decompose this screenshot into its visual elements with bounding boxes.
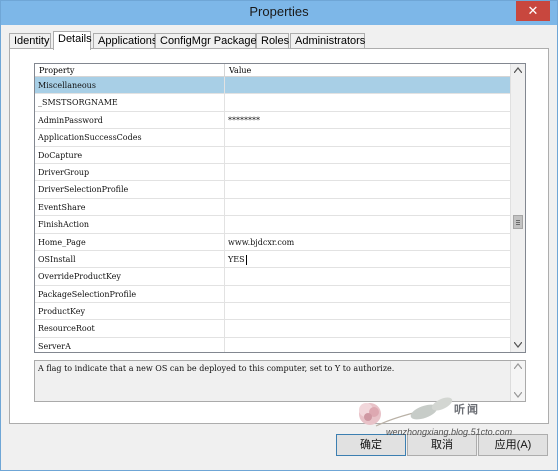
table-row[interactable]: _SMSTSORGNAME bbox=[35, 94, 511, 112]
chevron-up-icon[interactable] bbox=[511, 361, 525, 372]
table-row[interactable]: OverrideProductKey bbox=[35, 268, 511, 286]
property-name: ServerA bbox=[35, 337, 225, 352]
window-title: Properties bbox=[249, 4, 309, 19]
grid-rows: Miscellaneous _SMSTSORGNAME AdminPasswor… bbox=[35, 77, 511, 352]
tab-details[interactable]: Details bbox=[53, 31, 92, 50]
property-value[interactable] bbox=[225, 303, 511, 319]
table-row[interactable]: ServerA bbox=[35, 337, 511, 352]
property-name: DoCapture bbox=[35, 146, 225, 163]
property-value[interactable] bbox=[225, 164, 511, 180]
tab-strip: Identity Details Applications ConfigMgr … bbox=[9, 31, 549, 50]
property-name: ProductKey bbox=[35, 303, 225, 320]
chevron-up-icon[interactable] bbox=[511, 64, 525, 77]
property-value[interactable] bbox=[225, 338, 511, 352]
table-row[interactable]: ResourceRoot bbox=[35, 320, 511, 338]
close-icon: ✕ bbox=[527, 3, 539, 18]
property-value[interactable] bbox=[225, 77, 511, 93]
details-panel: Property Value Miscellaneous _SMSTSORGNA… bbox=[9, 48, 549, 424]
property-value[interactable]: www.bjdcxr.com bbox=[225, 234, 511, 250]
chevron-down-icon[interactable] bbox=[511, 339, 525, 352]
table-row[interactable]: ApplicationSuccessCodes bbox=[35, 129, 511, 147]
table-row[interactable]: DriverGroup bbox=[35, 163, 511, 182]
property-value[interactable] bbox=[225, 94, 511, 110]
table-row[interactable]: ProductKey bbox=[35, 303, 511, 321]
property-name: PackageSelectionProfile bbox=[35, 285, 225, 303]
property-name: OverrideProductKey bbox=[35, 268, 225, 285]
property-value[interactable] bbox=[225, 216, 511, 232]
property-name: AdminPassword bbox=[35, 111, 225, 129]
editor-text: YES bbox=[228, 254, 245, 264]
cancel-button[interactable]: 取消 bbox=[407, 434, 477, 456]
chevron-down-icon[interactable] bbox=[511, 390, 525, 401]
grid-vertical-scrollbar[interactable] bbox=[510, 64, 525, 352]
property-value-editor[interactable]: YES bbox=[225, 251, 511, 267]
tab-administrators[interactable]: Administrators bbox=[290, 33, 365, 49]
property-value[interactable] bbox=[225, 199, 511, 215]
property-grid: Property Value Miscellaneous _SMSTSORGNA… bbox=[34, 63, 526, 353]
description-scrollbar[interactable] bbox=[510, 361, 525, 401]
table-row[interactable]: Miscellaneous bbox=[35, 77, 511, 95]
tab-applications[interactable]: Applications bbox=[93, 33, 157, 49]
property-value[interactable] bbox=[225, 129, 511, 145]
column-header-property[interactable]: Property bbox=[35, 64, 225, 77]
table-row[interactable]: AdminPassword ******** bbox=[35, 111, 511, 130]
property-name: EventShare bbox=[35, 198, 225, 216]
property-value[interactable] bbox=[225, 181, 511, 197]
tab-roles[interactable]: Roles bbox=[256, 33, 289, 49]
table-row[interactable]: DriverSelectionProfile bbox=[35, 181, 511, 199]
property-name: DriverSelectionProfile bbox=[35, 181, 225, 198]
dialog-buttons: 确定 取消 应用(A) bbox=[1, 434, 557, 458]
table-row[interactable]: PackageSelectionProfile bbox=[35, 285, 511, 304]
property-name: ResourceRoot bbox=[35, 320, 225, 337]
thumb-grip-line bbox=[516, 222, 520, 223]
title-bar[interactable]: Properties ✕ bbox=[1, 1, 557, 25]
column-header-value[interactable]: Value bbox=[225, 64, 511, 77]
property-name: FinishAction bbox=[35, 216, 225, 233]
property-name: Miscellaneous bbox=[35, 77, 225, 94]
ok-button[interactable]: 确定 bbox=[336, 434, 406, 456]
property-name: Home_Page bbox=[35, 233, 225, 250]
table-row[interactable]: OSInstall YES bbox=[35, 250, 511, 269]
properties-dialog: Properties ✕ Identity Details Applicatio… bbox=[0, 0, 558, 471]
close-button[interactable]: ✕ bbox=[516, 1, 550, 21]
description-box: A flag to indicate that a new OS can be … bbox=[34, 360, 526, 402]
property-value[interactable] bbox=[225, 286, 511, 302]
tab-identity[interactable]: Identity bbox=[9, 33, 51, 49]
property-value[interactable] bbox=[225, 147, 511, 163]
property-name: OSInstall bbox=[35, 250, 225, 268]
apply-button[interactable]: 应用(A) bbox=[478, 434, 548, 456]
property-value[interactable] bbox=[225, 320, 511, 336]
property-name: ApplicationSuccessCodes bbox=[35, 129, 225, 146]
table-row[interactable]: EventShare bbox=[35, 198, 511, 217]
tab-configmgr-packages[interactable]: ConfigMgr Packages bbox=[155, 33, 262, 49]
property-value[interactable] bbox=[225, 268, 511, 284]
thumb-grip-line bbox=[516, 220, 520, 221]
description-text: A flag to indicate that a new OS can be … bbox=[38, 364, 395, 373]
table-row[interactable]: FinishAction bbox=[35, 216, 511, 234]
scrollbar-thumb[interactable] bbox=[513, 215, 523, 229]
table-row[interactable]: Home_Page www.bjdcxr.com bbox=[35, 233, 511, 251]
table-row[interactable]: DoCapture bbox=[35, 146, 511, 164]
thumb-grip-line bbox=[516, 224, 520, 225]
property-name: _SMSTSORGNAME bbox=[35, 94, 225, 111]
property-value[interactable]: ******** bbox=[225, 112, 511, 128]
text-caret bbox=[245, 254, 247, 265]
grid-header: Property Value bbox=[35, 64, 511, 77]
property-name: DriverGroup bbox=[35, 163, 225, 181]
